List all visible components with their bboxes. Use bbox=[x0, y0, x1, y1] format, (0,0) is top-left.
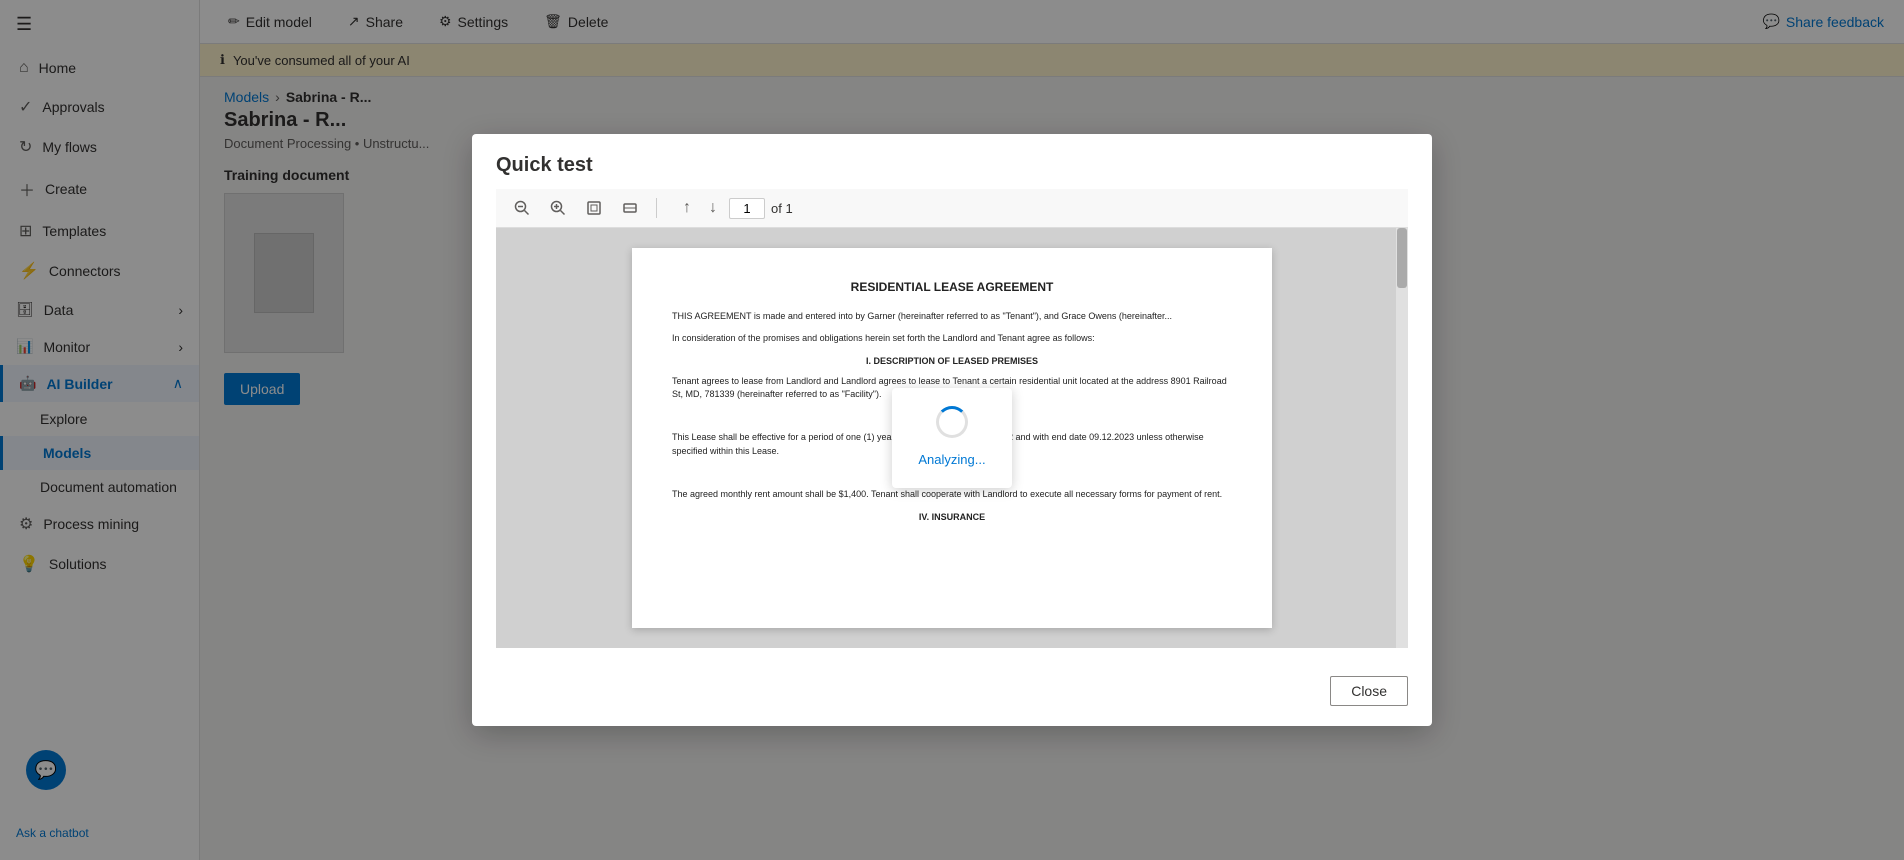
pdf-para-1: THIS AGREEMENT is made and entered into … bbox=[672, 310, 1232, 324]
loading-spinner bbox=[936, 406, 968, 438]
pdf-para-2: In consideration of the promises and obl… bbox=[672, 332, 1232, 346]
zoom-in-button[interactable] bbox=[544, 196, 572, 220]
modal-footer: Close bbox=[472, 664, 1432, 726]
pdf-content-area[interactable]: RESIDENTIAL LEASE AGREEMENT THIS AGREEME… bbox=[496, 228, 1408, 648]
zoom-out-button[interactable] bbox=[508, 196, 536, 220]
pdf-section-1-title: I. DESCRIPTION OF LEASED PREMISES bbox=[672, 355, 1232, 369]
pdf-scrollbar[interactable] bbox=[1396, 228, 1408, 648]
toolbar-separator bbox=[656, 198, 657, 218]
analyzing-text: Analyzing... bbox=[918, 450, 985, 470]
page-navigation: ↑ ↓ of 1 bbox=[677, 195, 793, 221]
pdf-page: RESIDENTIAL LEASE AGREEMENT THIS AGREEME… bbox=[632, 248, 1272, 628]
quick-test-modal: Quick test bbox=[472, 134, 1432, 726]
modal-title: Quick test bbox=[472, 134, 1432, 189]
pdf-title: RESIDENTIAL LEASE AGREEMENT bbox=[672, 278, 1232, 296]
page-up-button[interactable]: ↑ bbox=[677, 195, 697, 221]
close-button[interactable]: Close bbox=[1330, 676, 1408, 706]
pdf-scrollbar-thumb[interactable] bbox=[1397, 228, 1407, 288]
pdf-toolbar: ↑ ↓ of 1 bbox=[496, 189, 1408, 228]
pdf-section-3-text: The agreed monthly rent amount shall be … bbox=[672, 488, 1232, 502]
pdf-viewer: ↑ ↓ of 1 RESIDENTIAL LEASE AGREEMENT THI… bbox=[496, 189, 1408, 648]
fit-width-button[interactable] bbox=[616, 196, 644, 220]
page-number-input[interactable] bbox=[729, 198, 765, 219]
fit-page-button[interactable] bbox=[580, 196, 608, 220]
modal-overlay: Quick test bbox=[0, 0, 1904, 860]
analyzing-overlay: Analyzing... bbox=[892, 388, 1012, 488]
page-down-button[interactable]: ↓ bbox=[703, 195, 723, 221]
pdf-section-4-title: IV. INSURANCE bbox=[672, 511, 1232, 525]
page-total: of 1 bbox=[771, 201, 793, 216]
modal-body: ↑ ↓ of 1 RESIDENTIAL LEASE AGREEMENT THI… bbox=[472, 189, 1432, 664]
